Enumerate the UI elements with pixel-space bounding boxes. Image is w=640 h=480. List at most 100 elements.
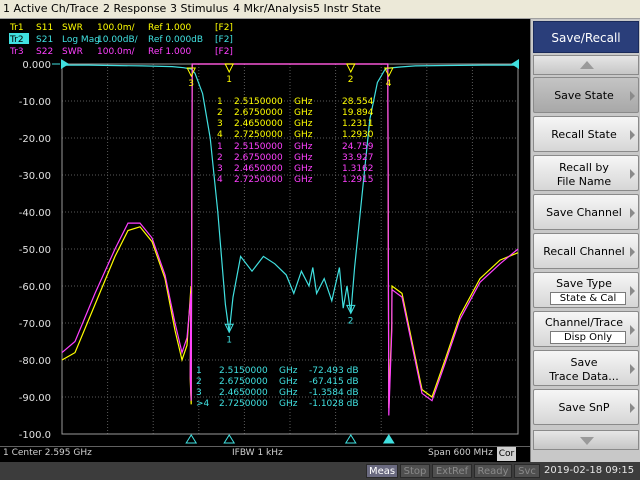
bb-meas: Meas	[366, 464, 398, 478]
tr3-marker-freq: 2.4650000	[234, 164, 283, 174]
tr3-marker-value: 33.927	[342, 153, 374, 163]
tr3-marker-value: 1.3162	[342, 164, 374, 174]
marker-s21-label: 1	[226, 335, 232, 345]
tr2-marker-num: 1	[196, 366, 202, 376]
softkey-save-trace-data[interactable]: Save Trace Data...	[533, 350, 639, 386]
marker-flag-label: 3	[188, 79, 194, 89]
tr2-marker-freq: 2.4650000	[219, 388, 268, 398]
softkey-channel-trace[interactable]: Channel/Trace Disp Only	[533, 311, 639, 347]
y-tick-label: -50.00	[19, 245, 51, 256]
trace-header-field: 100.0m/	[97, 47, 136, 57]
tr3-marker-unit: GHz	[294, 164, 313, 174]
softkey-save-snp[interactable]: Save SnP	[533, 389, 639, 425]
tr3-marker-num: 3	[217, 164, 223, 174]
softkey-label: File Name	[556, 175, 612, 188]
status-span[interactable]: Span 600 MHz	[428, 448, 493, 458]
chevron-right-icon	[630, 130, 635, 140]
chevron-right-icon	[630, 247, 635, 257]
tr3-marker-freq: 2.5150000	[234, 142, 283, 152]
marker-flag-icon	[345, 63, 356, 74]
softkey-label: Save Type	[556, 277, 612, 290]
trace-header-field: [F2]	[215, 35, 233, 45]
tr1-marker-unit: GHz	[294, 108, 313, 118]
trace-header-field: [F2]	[215, 23, 233, 33]
tr3-marker-value: 24.759	[342, 142, 374, 152]
softkey-label: Save Channel	[546, 206, 622, 219]
tr3-marker-num: 1	[217, 142, 223, 152]
chevron-right-icon	[630, 91, 635, 101]
tr3-marker-value: 1.2915	[342, 175, 374, 185]
s22-trace	[61, 63, 519, 416]
softkey-recall-channel[interactable]: Recall Channel	[533, 233, 639, 269]
tr2-marker-freq: 2.7250000	[219, 399, 268, 409]
trace-header-field: Ref 1.000	[148, 47, 191, 57]
trace-header-field: SWR	[62, 47, 83, 57]
marker-axis-icon	[185, 434, 198, 444]
softkey-save-type[interactable]: Save Type State & Cal	[533, 272, 639, 308]
tr1-marker-freq: 2.5150000	[234, 97, 283, 107]
tr3-marker-freq: 2.7250000	[234, 175, 283, 185]
status-center[interactable]: 1 Center 2.595 GHz	[3, 448, 92, 458]
trace-header-field: 100.0m/	[97, 23, 136, 33]
marker-axis-icon	[223, 434, 236, 444]
tr1-marker-value: 1.2930	[342, 130, 374, 140]
tr2-marker-freq: 2.6750000	[219, 377, 268, 387]
instrument-status-bar: Meas Stop ExtRef Ready Svc 2019-02-18 09…	[0, 462, 640, 480]
trace-header-field: Ref 0.000dB	[148, 35, 203, 45]
softkey-label: Recall State	[551, 128, 617, 141]
tr2-marker-num: >4	[196, 399, 210, 409]
softkey-recall-by-file-name[interactable]: Recall by File Name	[533, 155, 639, 191]
marker-flag-icon	[224, 63, 235, 74]
tr2-marker-unit: GHz	[279, 377, 298, 387]
softkey-scroll-down[interactable]	[533, 430, 639, 450]
tr1-marker-freq: 2.4650000	[234, 119, 283, 129]
tr1-marker-unit: GHz	[294, 130, 313, 140]
date-time: 2019-02-18 09:15	[544, 465, 635, 476]
softkey-panel: Save/Recall Save State Recall State Recall…	[530, 19, 640, 462]
chevron-right-icon	[630, 286, 635, 296]
softkey-scroll-up[interactable]	[533, 55, 639, 75]
marker-s21-label: 2	[348, 316, 354, 326]
softkey-save-state[interactable]: Save State	[533, 77, 639, 113]
softkey-value: Disp Only	[550, 331, 626, 344]
arrow-down-icon	[580, 437, 594, 445]
softkey-save-channel[interactable]: Save Channel	[533, 194, 639, 230]
softkey-recall-state[interactable]: Recall State	[533, 116, 639, 152]
arrow-up-icon	[580, 61, 594, 69]
status-cor-badge: Cor	[497, 447, 516, 461]
trace-header-field: S21	[36, 35, 53, 45]
menu-active-ch-trace[interactable]: 1 Active Ch/Trace	[3, 2, 99, 15]
bb-stop: Stop	[400, 464, 430, 478]
softkey-label: Save	[570, 356, 598, 369]
tr1-marker-num: 2	[217, 108, 223, 118]
softkey-label: Save SnP	[558, 401, 610, 414]
menu-response[interactable]: 2 Response	[103, 2, 166, 15]
softkey-label: Recall Channel	[543, 245, 625, 258]
trace-header-field: Ref 1.000	[148, 23, 191, 33]
menu-bar: 1 Active Ch/Trace 2 Response 3 Stimulus …	[0, 0, 640, 19]
menu-instr-state[interactable]: 5 Instr State	[313, 2, 381, 15]
tr1-marker-num: 1	[217, 97, 223, 107]
tr3-marker-num: 2	[217, 153, 223, 163]
tr3-marker-unit: GHz	[294, 153, 313, 163]
status-ifbw[interactable]: IFBW 1 kHz	[232, 448, 283, 458]
softkey-label: Recall by	[559, 161, 609, 174]
trace-header-field: S22	[36, 47, 53, 57]
tr1-marker-unit: GHz	[294, 119, 313, 129]
menu-stimulus[interactable]: 3 Stimulus	[170, 2, 228, 15]
y-tick-label: -30.00	[19, 171, 51, 182]
softkey-label: Save State	[554, 89, 614, 102]
marker-axis-icon	[382, 434, 395, 444]
menu-mkr-analysis[interactable]: 4 Mkr/Analysis	[233, 2, 313, 15]
bb-extref: ExtRef	[432, 464, 472, 478]
tr3-marker-unit: GHz	[294, 142, 313, 152]
y-tick-label: -20.00	[19, 134, 51, 145]
ref-right-icon	[511, 59, 519, 69]
softkey-title: Save/Recall	[533, 21, 639, 53]
tr2-marker-unit: GHz	[279, 366, 298, 376]
channel-status-bar: 1 Center 2.595 GHz IFBW 1 kHz Span 600 M…	[0, 446, 530, 462]
y-tick-label: -10.00	[19, 97, 51, 108]
tr2-marker-value: -1.3584 dB	[309, 388, 359, 398]
tr3-marker-freq: 2.6750000	[234, 153, 283, 163]
chevron-right-icon	[630, 325, 635, 335]
